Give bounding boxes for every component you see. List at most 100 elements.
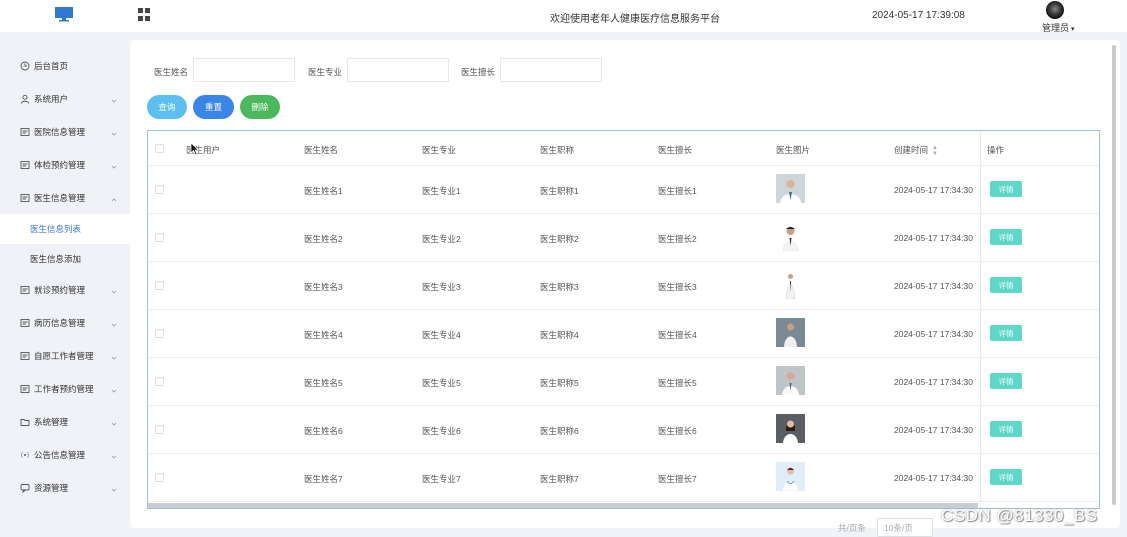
column-header-action: 操作 bbox=[987, 145, 1005, 155]
cell-name: 医生姓名6 bbox=[304, 426, 343, 436]
column-header-created[interactable]: 创建时间 ▲ ▼ bbox=[894, 144, 938, 157]
user-avatar[interactable] bbox=[1046, 1, 1064, 19]
doctor-photo[interactable] bbox=[776, 222, 805, 251]
sort-icon[interactable]: ▲ ▼ bbox=[932, 145, 938, 157]
cell-created: 2024-05-17 17:34:30 bbox=[894, 185, 973, 195]
delete-button[interactable]: 删除 bbox=[240, 95, 280, 119]
row-checkbox[interactable] bbox=[155, 425, 164, 434]
cell-created: 2024-05-17 17:34:30 bbox=[894, 473, 973, 483]
detail-button[interactable]: 详情 bbox=[990, 277, 1022, 293]
cell-expertise: 医生擅长4 bbox=[658, 330, 697, 340]
cell-name: 医生姓名7 bbox=[304, 474, 343, 484]
sidebar-item-label: 公告信息管理 bbox=[34, 450, 86, 460]
list-icon bbox=[20, 384, 30, 394]
column-header-name[interactable]: 医生姓名 bbox=[304, 144, 338, 156]
detail-button[interactable]: 详情 bbox=[990, 421, 1022, 437]
doctor-name-label: 医生姓名 bbox=[154, 67, 189, 77]
fixed-column-divider bbox=[980, 131, 981, 508]
doctor-photo[interactable] bbox=[776, 318, 805, 347]
column-header-expertise[interactable]: 医生擅长 bbox=[658, 144, 692, 156]
menu-grid-icon[interactable] bbox=[138, 8, 151, 21]
sidebar-item[interactable]: 资源管理 bbox=[0, 473, 130, 503]
cell-specialty: 医生专业3 bbox=[422, 282, 461, 292]
chat-icon bbox=[20, 483, 30, 494]
row-checkbox[interactable] bbox=[155, 377, 164, 386]
page-size-select[interactable]: 10条/页 bbox=[877, 518, 933, 537]
cell-expertise: 医生擅长5 bbox=[658, 378, 697, 388]
sidebar-item[interactable]: 自愿工作者管理 bbox=[0, 341, 130, 371]
user-menu[interactable]: 管理员 ▾ bbox=[1042, 21, 1075, 34]
row-checkbox[interactable] bbox=[155, 185, 164, 194]
column-header-image[interactable]: 医生图片 bbox=[776, 144, 810, 156]
sidebar-item[interactable]: 就诊预约管理 bbox=[0, 275, 130, 305]
detail-button[interactable]: 详情 bbox=[990, 181, 1022, 197]
cell-created: 2024-05-17 17:34:30 bbox=[894, 377, 973, 387]
cell-expertise: 医生擅长2 bbox=[658, 234, 697, 244]
list-icon bbox=[20, 127, 30, 137]
sidebar-item[interactable]: 病历信息管理 bbox=[0, 308, 130, 338]
caret-down-icon: ▾ bbox=[1071, 26, 1075, 33]
doctor-photo[interactable] bbox=[776, 414, 805, 443]
cell-title: 医生职称4 bbox=[540, 330, 579, 340]
detail-button[interactable]: 详情 bbox=[990, 373, 1022, 389]
detail-button[interactable]: 详情 bbox=[990, 469, 1022, 485]
select-all-checkbox[interactable] bbox=[155, 144, 164, 153]
column-header-title[interactable]: 医生职称 bbox=[540, 144, 574, 156]
cell-title: 医生职称1 bbox=[540, 186, 579, 196]
chevron-down-icon bbox=[111, 386, 117, 393]
doctor-photo[interactable] bbox=[776, 270, 805, 299]
cell-title: 医生职称7 bbox=[540, 474, 579, 484]
pager-total-label: 共/页条 bbox=[838, 523, 866, 533]
cell-created: 2024-05-17 17:34:30 bbox=[894, 233, 973, 243]
sidebar-subitem[interactable]: 医生信息添加 bbox=[0, 244, 130, 274]
column-header-created-label: 创建时间 bbox=[894, 145, 929, 155]
column-header-specialty[interactable]: 医生专业 bbox=[422, 144, 456, 156]
sidebar-item[interactable]: 后台首页 bbox=[0, 51, 130, 81]
cell-specialty: 医生专业2 bbox=[422, 234, 461, 244]
sidebar-item[interactable]: 工作者预约管理 bbox=[0, 374, 130, 404]
reset-button[interactable]: 重置 bbox=[193, 95, 234, 119]
clock-icon bbox=[20, 61, 30, 71]
chevron-up-icon bbox=[111, 195, 117, 202]
row-checkbox[interactable] bbox=[155, 233, 164, 242]
cell-title: 医生职称3 bbox=[540, 282, 579, 292]
table-header: 医生用户 医生姓名 医生专业 医生职称 医生擅长 医生图片 创建时间 ▲ ▼ 操作 bbox=[148, 131, 1099, 166]
doctor-photo[interactable] bbox=[776, 366, 805, 395]
cell-name: 医生姓名1 bbox=[304, 186, 343, 196]
table-row: 医生姓名5 医生专业5 医生职称5 医生擅长5 2024-05-17 17:34… bbox=[148, 358, 1099, 406]
doctor-name-input[interactable] bbox=[193, 58, 295, 82]
horizontal-scrollbar[interactable] bbox=[148, 503, 978, 508]
doctor-photo[interactable] bbox=[776, 174, 805, 203]
doctor-expertise-input[interactable] bbox=[500, 58, 602, 82]
chevron-down-icon bbox=[111, 320, 117, 327]
cell-expertise: 医生擅长6 bbox=[658, 426, 697, 436]
cell-specialty: 医生专业6 bbox=[422, 426, 461, 436]
vertical-scrollbar[interactable] bbox=[1112, 45, 1116, 505]
table-row: 医生姓名7 医生专业7 医生职称7 医生擅长7 2024-05-17 17:34… bbox=[148, 454, 1099, 502]
doctor-photo[interactable] bbox=[776, 462, 805, 491]
sidebar-item[interactable]: 医生信息管理 bbox=[0, 183, 130, 213]
doctor-specialty-input[interactable] bbox=[347, 58, 449, 82]
sidebar-subitem[interactable]: 医生信息列表 bbox=[0, 214, 130, 244]
search-button[interactable]: 查询 bbox=[147, 95, 187, 119]
sidebar-item[interactable]: 系统用户 bbox=[0, 84, 130, 114]
detail-button[interactable]: 详情 bbox=[990, 229, 1022, 245]
row-checkbox[interactable] bbox=[155, 473, 164, 482]
mouse-cursor-icon bbox=[190, 142, 200, 156]
site-title: 欢迎使用老年人健康医疗信息服务平台 bbox=[550, 14, 720, 25]
row-checkbox[interactable] bbox=[155, 329, 164, 338]
sidebar-item[interactable]: 系统管理 bbox=[0, 407, 130, 437]
monitor-logo-icon bbox=[55, 7, 73, 22]
chevron-down-icon bbox=[111, 485, 117, 492]
sidebar-item-label: 系统用户 bbox=[34, 94, 69, 104]
sidebar-item-label: 体检预约管理 bbox=[34, 160, 86, 170]
sidebar-item-label: 资源管理 bbox=[34, 483, 69, 493]
cell-title: 医生职称2 bbox=[540, 234, 579, 244]
sidebar-item[interactable]: 体检预约管理 bbox=[0, 150, 130, 180]
detail-button[interactable]: 详情 bbox=[990, 325, 1022, 341]
chevron-down-icon bbox=[111, 96, 117, 103]
sidebar-item[interactable]: 医院信息管理 bbox=[0, 117, 130, 147]
row-checkbox[interactable] bbox=[155, 281, 164, 290]
list-icon bbox=[20, 285, 30, 295]
sidebar-item[interactable]: 公告信息管理 bbox=[0, 440, 130, 470]
